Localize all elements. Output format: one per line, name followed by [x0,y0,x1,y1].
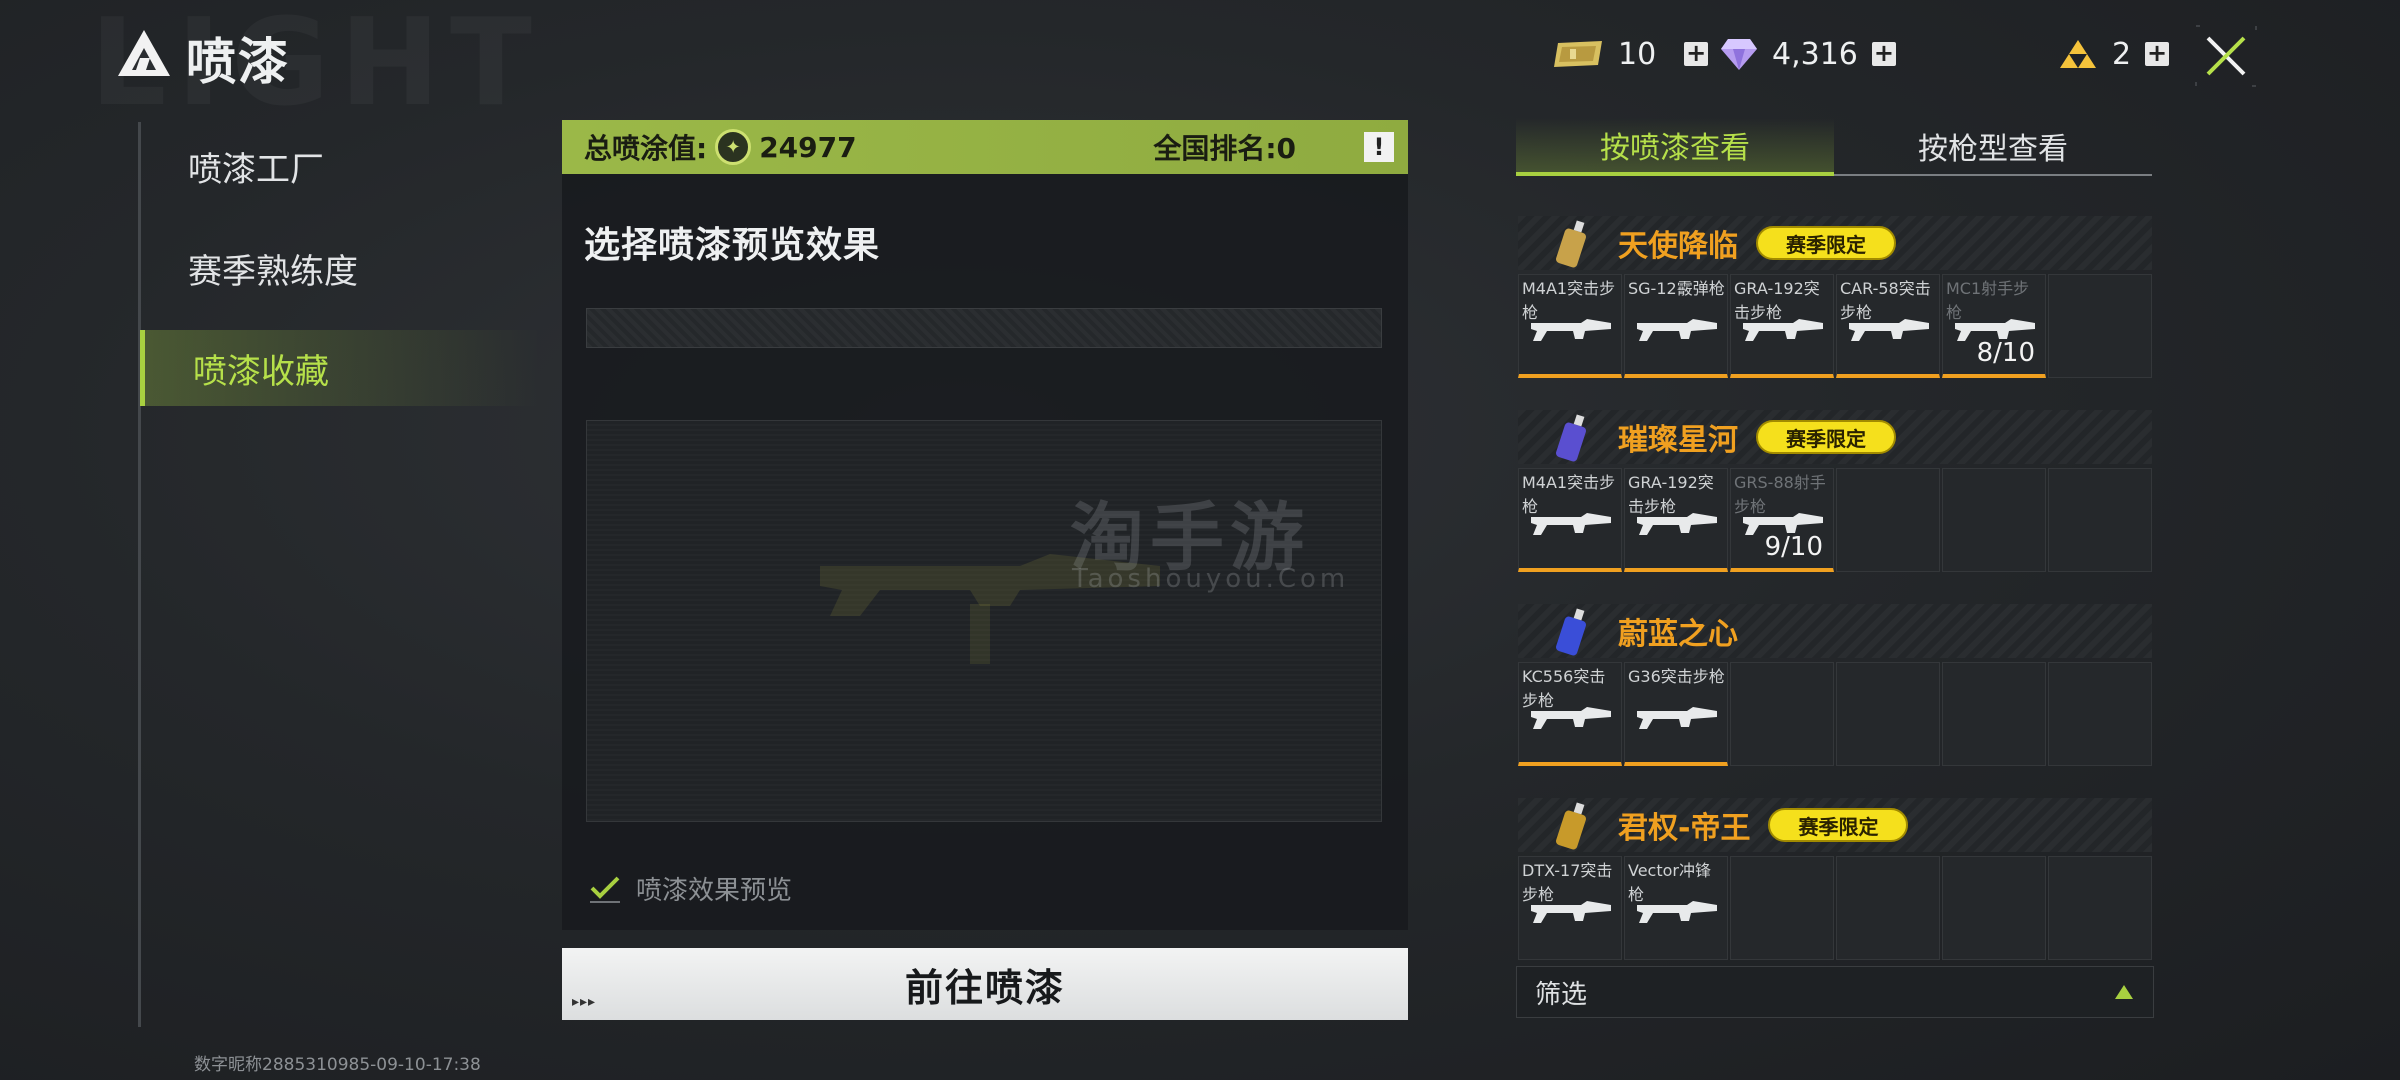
sidebar-item-spray-collection[interactable]: 喷漆收藏 [140,330,540,406]
season-limited-badge: 赛季限定 [1768,808,1909,842]
national-rank: 全国排名:0 [1153,132,1296,165]
gun-cell[interactable] [1942,468,2046,572]
gun-icon [1849,319,1929,341]
gun-cell[interactable]: M4A1突击步枪 [1518,468,1622,572]
filter-label: 筛选 [1535,979,1588,1010]
sidebar-item-spray-factory[interactable]: 喷漆工厂 [140,128,540,204]
ticket-icon [1554,41,1602,67]
gun-cell[interactable]: MC1射手步枪 8/10 [1942,274,2046,378]
spray-group-name: 君权-帝王 [1618,811,1751,846]
gun-icon [1637,901,1717,923]
gun-cell[interactable] [1730,856,1834,960]
go-spray-button[interactable]: 前往喷漆 [562,948,1408,1020]
spray-group-header[interactable]: 璀璨星河 赛季限定 [1518,410,2152,464]
ticket-currency: 10 + [1552,34,1709,74]
gun-icon [1637,707,1717,729]
sidebar-item-label: 赛季熟练度 [188,251,358,292]
gun-icon [1637,513,1717,535]
add-ticket-button[interactable]: + [1684,41,1709,66]
gun-cell[interactable]: GRA-192突击步枪 [1624,468,1728,572]
gun-icon [1531,901,1611,923]
gun-cell[interactable] [1942,856,2046,960]
diamond-currency: 4,316 + [1720,34,1896,74]
close-icon[interactable] [2194,24,2258,88]
gun-cell[interactable] [1836,662,1940,766]
spray-group-header[interactable]: 天使降临 赛季限定 [1518,216,2152,270]
gun-cell-row: DTX-17突击步枪 Vector冲锋枪 [1518,856,2152,960]
season-limited-badge: 赛季限定 [1756,420,1896,454]
gun-cell[interactable] [1942,662,2046,766]
gun-cell[interactable] [1730,662,1834,766]
ticket-count: 10 [1618,36,1657,72]
gun-cell-row: M4A1突击步枪 SG-12霰弹枪 GRA-192突击步枪 CAR-58突击步枪 MC1… [1518,274,2152,378]
gun-cell[interactable]: GRA-192突击步枪 [1730,274,1834,378]
gun-cell[interactable]: SG-12霰弹枪 [1624,274,1728,378]
add-diamond-button[interactable]: + [1871,41,1896,66]
gun-cell[interactable]: GRS-88射手步枪 9/10 [1730,468,1834,572]
gun-cell[interactable]: KC556突击步枪 [1518,662,1622,766]
spray-can-icon [1556,414,1586,462]
spray-can-icon [1556,802,1586,850]
total-spray-value: 24977 [759,130,857,164]
logo-icon [118,30,170,76]
gun-name: G36突击步枪 [1628,667,1725,686]
gun-icon [1531,319,1611,341]
preview-checkbox-label[interactable]: 喷漆效果预览 [636,870,792,907]
triforce-icon [2060,40,2096,68]
spray-can-icon [1556,220,1586,268]
triforce-count: 2 [2112,36,2132,72]
gun-cell[interactable]: M4A1突击步枪 [1518,274,1622,378]
sidebar-item-label: 喷漆工厂 [188,149,324,190]
spray-group-name: 璀璨星河 [1618,423,1738,458]
button-decoration: ▸▸▸ [572,994,597,1010]
gun-cell[interactable]: Vector冲锋枪 [1624,856,1728,960]
triforce-currency: 2 + [2058,34,2170,74]
gun-cell[interactable] [2048,662,2152,766]
collection-progress: 8/10 [1976,338,2035,368]
gun-icon [1531,707,1611,729]
spray-group-name: 天使降临 [1618,229,1738,264]
spray-group-header[interactable]: 君权-帝王 赛季限定 [1518,798,2152,852]
sidebar-item-season-mastery[interactable]: 赛季熟练度 [140,230,540,306]
spray-stats-bar: 总喷涂值: ✦ 24977 全国排名:0 ! [562,120,1408,174]
gun-cell[interactable] [1836,856,1940,960]
gun-cell[interactable]: CAR-58突击步枪 [1836,274,1940,378]
gun-cell[interactable] [1836,468,1940,572]
diamond-count: 4,316 [1772,36,1858,72]
tab-by-gun-type[interactable]: 按枪型查看 [1834,118,2152,176]
tab-by-spray[interactable]: 按喷漆查看 [1516,118,1834,176]
sidebar-item-label: 喷漆收藏 [193,351,329,392]
spray-coin-icon: ✦ [715,129,752,165]
info-button[interactable]: ! [1364,132,1394,162]
watermark-subtext: Taoshouyou.Com [1072,564,1350,594]
total-spray-label: 总喷涂值: [584,132,708,165]
spray-can-icon [1556,608,1586,656]
gun-icon [1637,319,1717,341]
spray-preview-strip [586,308,1382,348]
filter-dropdown[interactable]: 筛选 [1516,966,2154,1018]
gun-cell[interactable]: DTX-17突击步枪 [1518,856,1622,960]
diamond-icon [1721,39,1757,70]
gun-name: SG-12霰弹枪 [1628,279,1725,298]
spray-group-header[interactable]: 蔚蓝之心 [1518,604,2152,658]
collection-progress: 9/10 [1764,532,1823,562]
gun-cell-row: M4A1突击步枪 GRA-192突击步枪 GRS-88射手步枪 9/10 [1518,468,2152,572]
checkbox-check-icon[interactable] [588,874,622,904]
gun-icon [1743,319,1823,341]
gun-cell[interactable] [2048,274,2152,378]
triangle-up-icon [2115,985,2133,999]
player-id-footer: 数字昵称2885310985-09-10-17:38 [194,1055,481,1075]
gun-cell-row: KC556突击步枪 G36突击步枪 [1518,662,2152,766]
spray-group-name: 蔚蓝之心 [1618,617,1738,652]
preview-title: 选择喷漆预览效果 [584,225,881,266]
gun-cell[interactable] [2048,468,2152,572]
gun-cell[interactable]: G36突击步枪 [1624,662,1728,766]
page-title: 喷漆 [186,33,290,91]
add-triforce-button[interactable]: + [2145,41,2170,66]
gun-cell[interactable] [2048,856,2152,960]
season-limited-badge: 赛季限定 [1756,226,1896,260]
gun-icon [1531,513,1611,535]
